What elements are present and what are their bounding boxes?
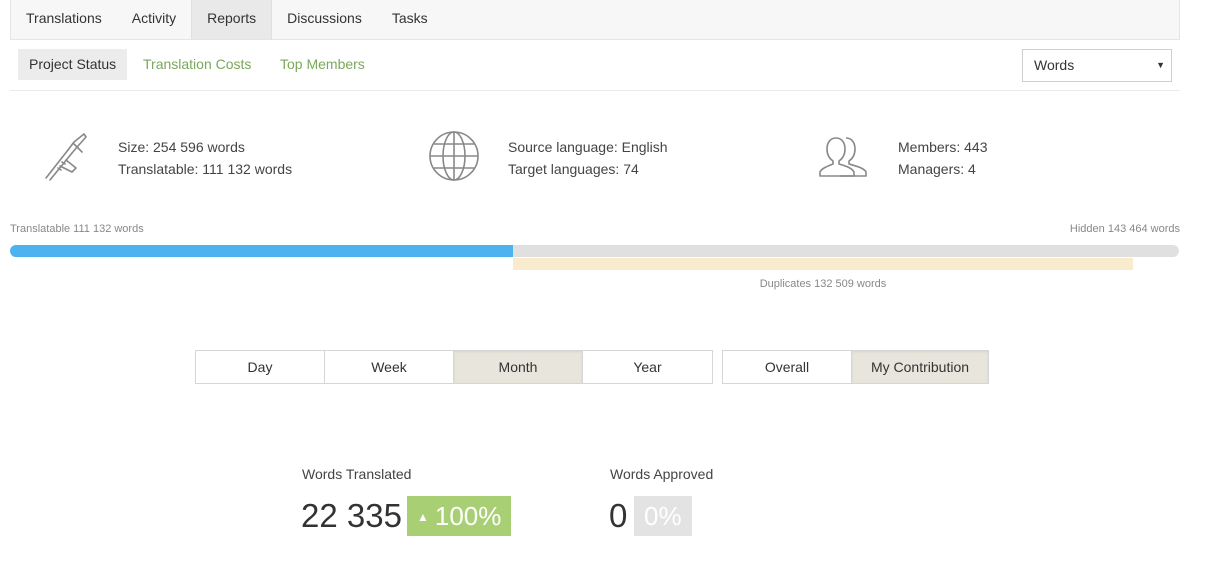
stat-size-translatable: Translatable: 111 132 words <box>118 161 293 177</box>
members-icon <box>819 137 867 177</box>
words-translated-badge: ▲ 100% <box>407 496 512 536</box>
period-month-button[interactable]: Month <box>454 351 583 383</box>
tab-activity[interactable]: Activity <box>117 0 191 39</box>
period-day-button[interactable]: Day <box>196 351 325 383</box>
subnav-project-status[interactable]: Project Status <box>18 49 128 80</box>
stat-members-count: Members: 443 <box>898 139 988 155</box>
words-approved-label: Words Approved <box>610 466 714 482</box>
top-tabs: Translations Activity Reports Discussion… <box>10 0 1180 40</box>
duplicates-label: Duplicates 132 509 words <box>759 278 887 290</box>
period-week-button[interactable]: Week <box>325 351 454 383</box>
tab-discussions[interactable]: Discussions <box>272 0 377 39</box>
words-translated-label: Words Translated <box>302 466 412 482</box>
scope-my-contribution-button[interactable]: My Contribution <box>852 351 988 383</box>
tab-reports[interactable]: Reports <box>191 0 273 39</box>
caliper-icon <box>45 133 87 181</box>
period-selector: Day Week Month Year <box>195 350 713 384</box>
subnav-translation-costs[interactable]: Translation Costs <box>143 49 251 80</box>
globe-icon <box>429 131 479 181</box>
words-translated-percent: 100% <box>434 501 502 531</box>
duplicates-bar <box>513 258 1133 270</box>
tab-translations[interactable]: Translations <box>11 0 117 39</box>
words-approved-percent: 0% <box>644 501 682 531</box>
chevron-down-icon: ▼ <box>1156 60 1165 70</box>
stat-size-total: Size: 254 596 words <box>118 139 245 155</box>
hidden-label: Hidden 143 464 words <box>1069 223 1180 235</box>
scope-selector: Overall My Contribution <box>722 350 989 384</box>
unit-select[interactable]: Words ▼ <box>1022 49 1172 82</box>
words-approved-value: 0 <box>609 497 628 534</box>
period-year-button[interactable]: Year <box>583 351 712 383</box>
reports-sub-nav: Project Status Translation Costs Top Mem… <box>10 40 1180 91</box>
arrow-up-icon: ▲ <box>417 510 429 524</box>
stat-managers-count: Managers: 4 <box>898 161 976 177</box>
translatable-label: Translatable 111 132 words <box>10 223 144 235</box>
tab-tasks[interactable]: Tasks <box>377 0 443 39</box>
subnav-top-members[interactable]: Top Members <box>280 49 365 80</box>
translatable-fill <box>10 245 513 257</box>
words-progress-bar <box>10 245 1179 257</box>
scope-overall-button[interactable]: Overall <box>723 351 852 383</box>
unit-select-value: Words <box>1034 57 1075 73</box>
words-approved-badge: 0% <box>634 496 692 536</box>
stat-target-languages: Target languages: 74 <box>508 161 639 177</box>
words-translated-value: 22 335 <box>301 497 402 534</box>
stat-source-language: Source language: English <box>508 139 668 155</box>
